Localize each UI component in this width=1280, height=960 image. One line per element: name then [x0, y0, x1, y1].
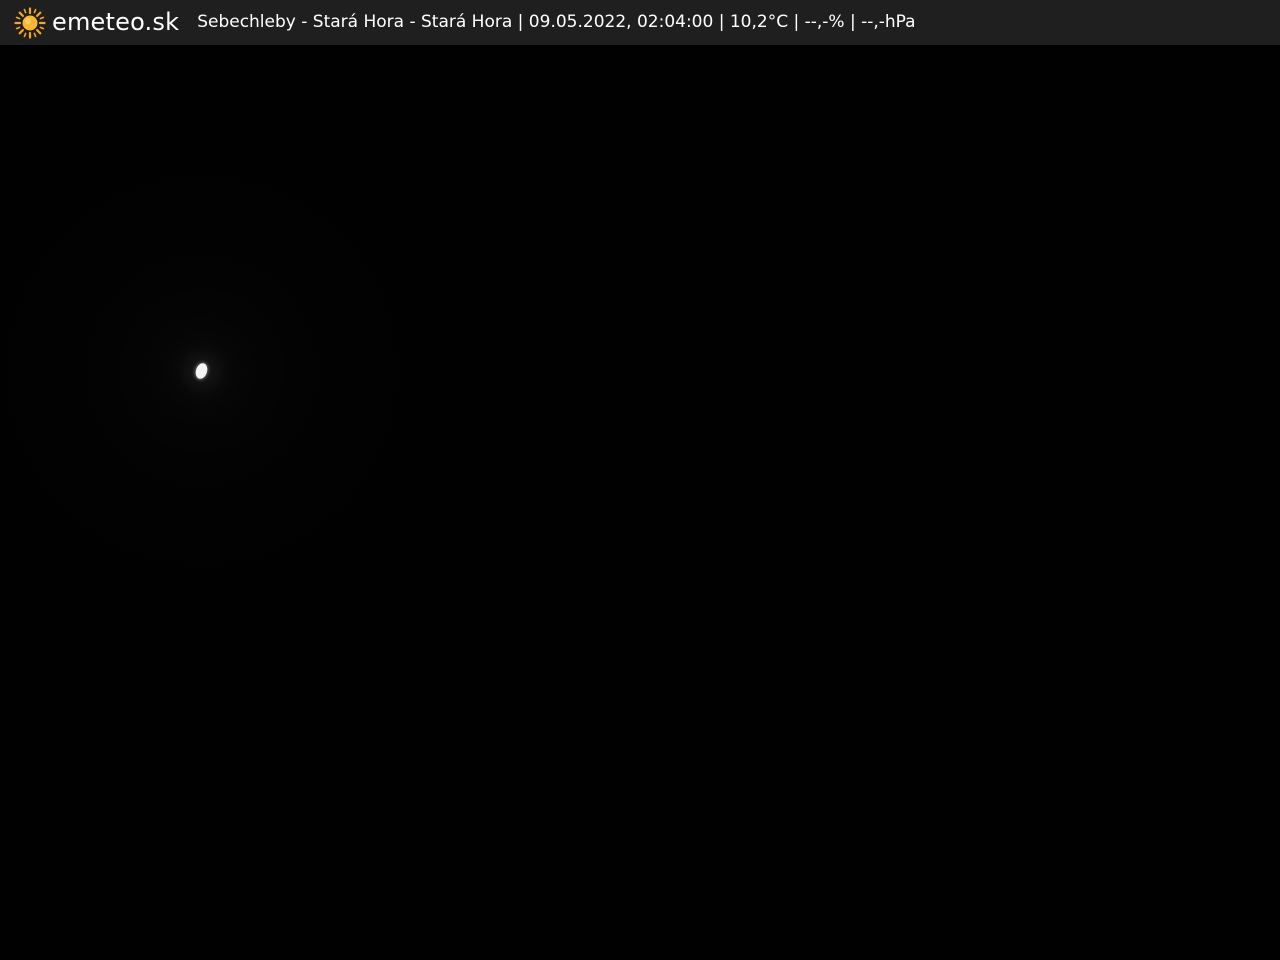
webcam-frame: emeteo.sk Sebechleby - Stará Hora - Star…	[0, 0, 1280, 960]
brand-name: emeteo.sk	[52, 8, 180, 36]
caption-bar: emeteo.sk Sebechleby - Stará Hora - Star…	[0, 0, 1280, 45]
sun-icon	[14, 6, 46, 39]
station-caption: Sebechleby - Stará Hora - Stará Hora | 0…	[197, 12, 916, 32]
emeteo-logo: emeteo.sk	[14, 0, 179, 45]
night-sky-image	[0, 45, 1280, 960]
